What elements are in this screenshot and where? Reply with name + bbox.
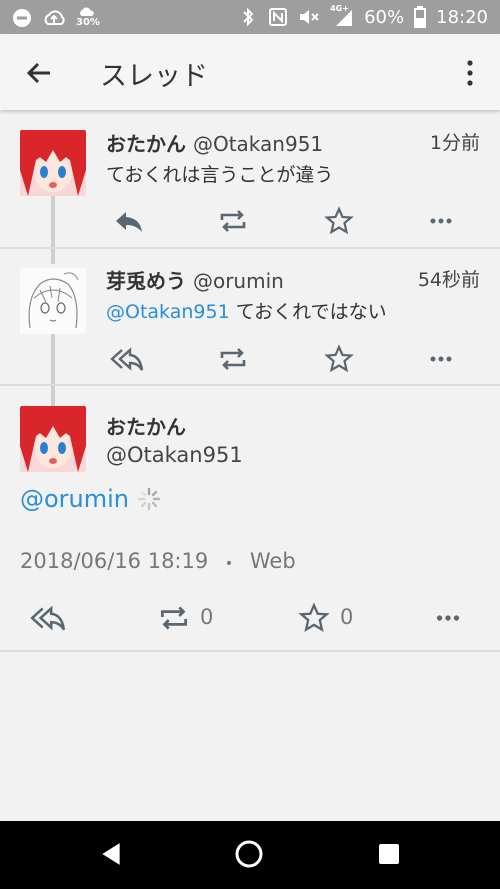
battery-small-label: 30% [76,17,100,28]
author-handle: @orumin [192,269,284,293]
mute-icon [300,10,319,24]
divider [0,650,500,652]
post-metadata: 2018/06/16 18:19 • Web [20,549,296,573]
post-author[interactable]: 芽兎めう @orumin [106,265,284,294]
minus-circle-icon [13,9,31,27]
main-post-text: @orumin [20,485,161,513]
red-hair-girl-avatar-icon [20,130,86,196]
star-icon[interactable] [322,344,356,374]
thread-connector [51,334,55,406]
system-nav-bar [0,821,500,889]
reply-all-icon[interactable] [30,602,66,634]
loading-spinner-icon [137,487,161,511]
divider [0,247,500,249]
star-icon[interactable] [296,602,332,634]
status-bar: 30% 4G+ 60% 18:20 [0,0,500,34]
reply-icon[interactable] [112,206,146,236]
post-author[interactable]: おたかん @Otakan951 [106,128,323,157]
author-handle: @Otakan951 [192,132,324,156]
battery-percent: 60% [364,6,405,28]
mention-link[interactable]: @Otakan951 [106,301,230,323]
home-circle-icon[interactable] [234,839,264,869]
back-arrow-icon[interactable] [24,58,54,88]
signal-icon [336,10,353,26]
post-text: ておくれは言うことが違う [106,164,334,186]
avatar[interactable] [20,268,86,334]
more-dots-icon[interactable] [430,602,466,634]
more-dots-icon[interactable] [424,206,458,236]
main-post-actions: 0 0 [0,600,500,636]
clock: 18:20 [436,6,488,28]
main-author-name[interactable]: おたかん [106,411,186,440]
retweet-icon[interactable] [156,602,192,634]
retweet-icon[interactable] [216,206,250,236]
author-name: おたかん [106,132,186,156]
cloud-upload-icon [44,10,65,25]
more-dots-icon[interactable] [424,344,458,374]
post-actions [106,344,486,374]
signal-indicator: 4G+ [330,4,354,28]
post-text: @Otakan951 ておくれではない [106,297,387,324]
main-author-handle[interactable]: @Otakan951 [106,443,243,467]
star-icon[interactable] [322,206,356,236]
retweet-count: 0 [200,605,214,629]
bluetooth-icon [243,7,254,27]
nfc-icon [269,8,288,26]
divider [0,384,500,386]
weather-widget: 30% [76,6,102,30]
thread-connector [51,196,55,264]
like-count: 0 [340,605,354,629]
post-time: 1分前 [429,132,480,154]
avatar[interactable] [20,130,86,196]
recents-square-icon[interactable] [377,842,401,866]
reply-all-icon[interactable] [110,344,144,374]
red-hair-girl-avatar-icon [20,406,86,472]
battery-icon [414,6,427,28]
mention-link[interactable]: @orumin [20,485,129,513]
back-triangle-icon[interactable] [98,841,124,867]
post-body: ておくれではない [229,301,387,323]
post-time: 54秒前 [417,269,480,291]
overflow-menu-icon[interactable] [458,58,482,88]
post-timestamp: 2018/06/16 18:19 [20,549,209,573]
retweet-icon[interactable] [216,344,250,374]
author-name: 芽兎めう [106,269,186,293]
cloud-icon [80,7,94,16]
post-source: Web [249,549,296,573]
app-bar: スレッド [0,34,500,110]
page-title: スレッド [100,61,208,92]
sketch-girl-avatar-icon [20,268,86,334]
avatar[interactable] [20,406,86,472]
post-actions [106,206,486,236]
meta-separator: • [224,556,234,572]
